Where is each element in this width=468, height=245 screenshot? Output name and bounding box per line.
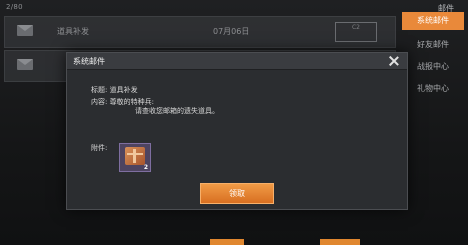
content-label: 内容: bbox=[91, 98, 108, 106]
attachment-label: 附件: bbox=[91, 144, 108, 152]
subject-label: 标题: bbox=[91, 86, 108, 94]
item-box-icon bbox=[125, 147, 145, 165]
mail-row[interactable]: 道具补发 07月06日 C2 bbox=[4, 16, 396, 48]
claim-button[interactable]: 领取 bbox=[200, 183, 274, 204]
dialog-header: 系统邮件 bbox=[67, 53, 407, 70]
mail-row-date: 07月06日 bbox=[213, 27, 250, 36]
tab-friend-mail[interactable]: 好友邮件 bbox=[402, 36, 464, 54]
bottom-button[interactable] bbox=[320, 239, 360, 245]
mail-count: 2/80 bbox=[6, 3, 23, 11]
mail-row-badge: C2 bbox=[335, 22, 377, 42]
content-greeting: 尊敬的特种兵: bbox=[109, 98, 154, 106]
item-quantity: 2 bbox=[143, 164, 148, 171]
system-mail-dialog: 系统邮件 标题: 道具补发 内容: 尊敬的特种兵: 请查收您邮箱的遗失道具。 附… bbox=[66, 52, 408, 210]
mail-subject: 标题: 道具补发 bbox=[91, 85, 138, 95]
tab-battle-report[interactable]: 战报中心 bbox=[402, 58, 464, 76]
tab-system-mail[interactable]: 系统邮件 bbox=[402, 12, 464, 30]
bottom-bar bbox=[0, 235, 468, 245]
mail-row-title: 道具补发 bbox=[57, 27, 89, 36]
mail-tabs: 邮件 系统邮件 好友邮件 战报中心 礼物中心 bbox=[400, 0, 468, 245]
close-icon[interactable] bbox=[387, 54, 401, 68]
content-body: 请查收您邮箱的遗失道具。 bbox=[135, 107, 219, 115]
subject-value: 道具补发 bbox=[109, 86, 138, 94]
attachment-item[interactable]: 2 bbox=[119, 143, 151, 172]
dialog-title: 系统邮件 bbox=[73, 57, 105, 66]
tab-gift-center[interactable]: 礼物中心 bbox=[402, 80, 464, 98]
envelope-icon bbox=[17, 59, 33, 70]
bottom-button[interactable] bbox=[210, 239, 244, 245]
envelope-icon bbox=[17, 25, 33, 36]
